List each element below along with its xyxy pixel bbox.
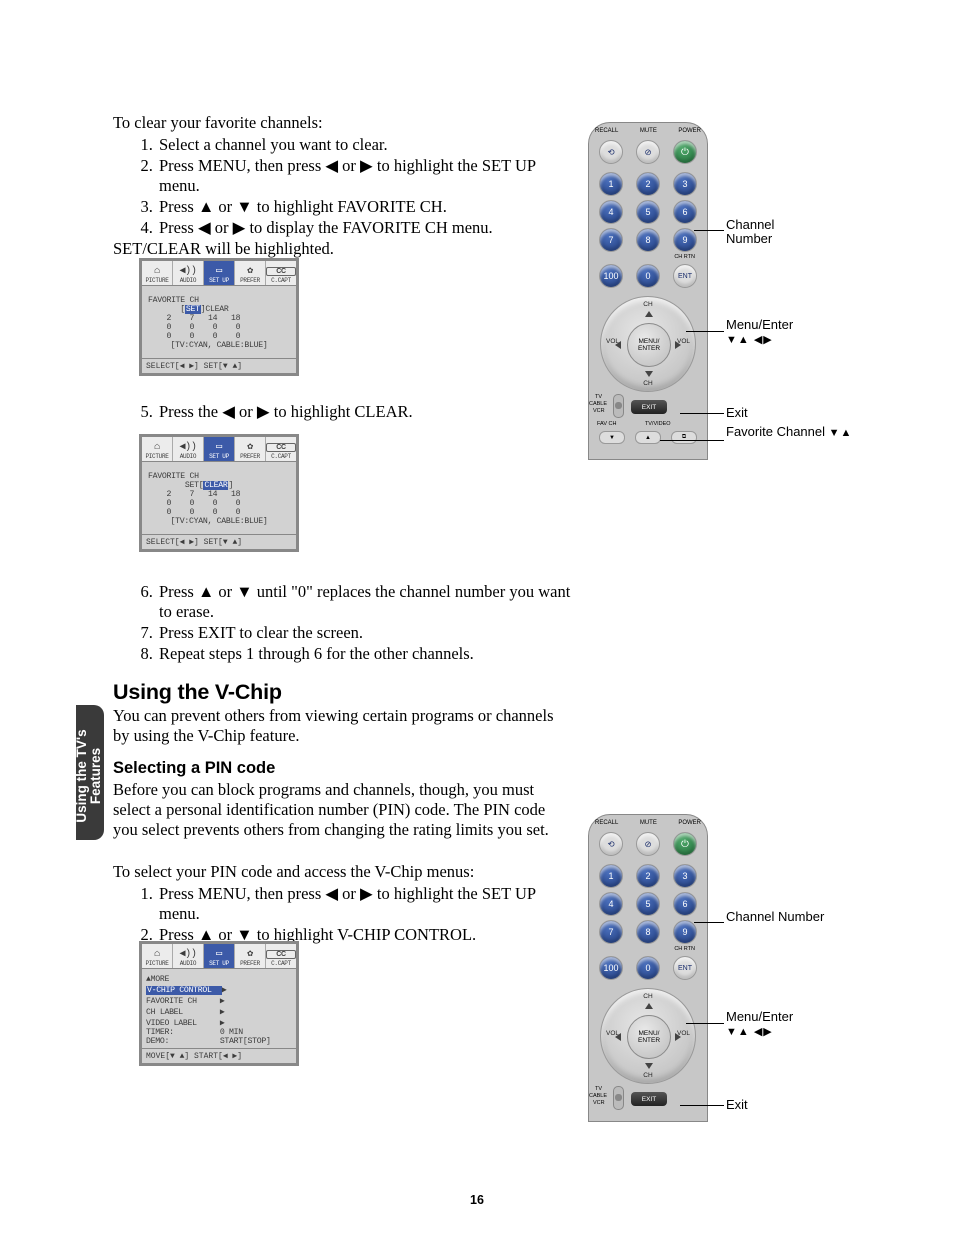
osd-tab-ccapt: CCC.CAPT	[266, 261, 296, 285]
vchip-pin-section: Selecting a PIN code Before you can bloc…	[113, 758, 573, 840]
power-button[interactable]: ⏻	[673, 832, 697, 856]
vchip-section: Using the V-Chip You can prevent others …	[113, 682, 573, 746]
mute-button[interactable]: ⊘	[636, 832, 660, 856]
dpad[interactable]: CHCHVOLVOLMENU/ENTER	[600, 988, 696, 1084]
osd-favorite-clear: ⌂PICTURE ◀))AUDIO ▭SET UP ✿PREFER CCC.CA…	[139, 434, 299, 552]
side-tab: Using the TV's Features	[76, 705, 104, 840]
step-1: Select a channel you want to clear.	[157, 135, 573, 155]
callout-fav-channel: Favorite Channel ▼▲	[726, 425, 852, 440]
num-2-button[interactable]: 2	[636, 172, 660, 196]
exit-button[interactable]: EXIT	[631, 1092, 667, 1106]
menu-enter-button[interactable]: MENU/ENTER	[627, 1015, 671, 1059]
side-tab-label: Using the TV's Features	[75, 711, 103, 841]
num-3-button[interactable]: 3	[673, 864, 697, 888]
dpad[interactable]: CHCHVOLVOLMENU/ENTER	[600, 296, 696, 392]
osd-tab-audio: ◀))AUDIO	[173, 261, 204, 285]
step-4-sub: SET/CLEAR will be highlighted.	[113, 239, 573, 259]
page-number: 16	[0, 1193, 954, 1207]
mode-switch[interactable]: TVCABLEVCREXIT	[589, 396, 707, 420]
num-8-button[interactable]: 8	[636, 228, 660, 252]
step-6: Press ▲ or ▼ until "0" replaces the chan…	[157, 582, 573, 622]
vchip-intro: You can prevent others from viewing cert…	[113, 706, 573, 746]
page: Using the TV's Features To clear your fa…	[0, 0, 954, 1235]
num-5-button[interactable]: 5	[636, 892, 660, 916]
osd1-setclear: [SET]CLEAR	[148, 305, 290, 314]
intro-block: To clear your favorite channels: Select …	[113, 113, 573, 259]
step-4: Press ◀ or ▶ to display the FAVORITE CH …	[157, 218, 573, 238]
num-7-button[interactable]: 7	[599, 920, 623, 944]
intro-text: To clear your favorite channels:	[113, 113, 573, 133]
callout-exit: Exit	[726, 406, 748, 420]
step-5: Press the ◀ or ▶ to highlight CLEAR.	[157, 402, 573, 422]
ent-button[interactable]: ENT	[673, 956, 697, 980]
tv-video-button[interactable]: ⧉	[671, 431, 697, 444]
num-0-button[interactable]: 0	[636, 264, 660, 288]
osd-tab-picture: ⌂PICTURE	[142, 261, 173, 285]
num-7-button[interactable]: 7	[599, 228, 623, 252]
fav-ch-down-button[interactable]: ▼	[599, 431, 625, 444]
num-1-button[interactable]: 1	[599, 864, 623, 888]
num-9-button[interactable]: 9	[673, 920, 697, 944]
osd1-footer: SELECT[◀ ▶] SET[▼ ▲]	[142, 358, 296, 373]
osd1-title: FAVORITE CH	[148, 296, 290, 305]
hundred-button[interactable]: 100	[599, 956, 623, 980]
num-6-button[interactable]: 6	[673, 892, 697, 916]
step-5-block: Press the ◀ or ▶ to highlight CLEAR.	[113, 400, 573, 423]
remote-diagram-bottom: RECALLMUTEPOWER⟲⊘⏻123456789CH RTN1000ENT…	[582, 814, 872, 1124]
vchip-lead: To select your PIN code and access the V…	[113, 862, 573, 882]
vchip-heading: Using the V-Chip	[113, 682, 573, 702]
power-button[interactable]: ⏻	[673, 140, 697, 164]
exit-button[interactable]: EXIT	[631, 400, 667, 414]
num-5-button[interactable]: 5	[636, 200, 660, 224]
step-8: Repeat steps 1 through 6 for the other c…	[157, 644, 573, 664]
step-3: Press ▲ or ▼ to highlight FAVORITE CH.	[157, 197, 573, 217]
callout-channel-number: ChannelNumber	[726, 218, 774, 246]
osd-more-vchip: ⌂PICTURE ◀))AUDIO ▭SET UP ✿PREFER CCC.CA…	[139, 941, 299, 1066]
remote-diagram-top: RECALLMUTEPOWER⟲⊘⏻123456789CH RTN1000ENT…	[582, 122, 872, 462]
ent-button[interactable]: ENT	[673, 264, 697, 288]
num-2-button[interactable]: 2	[636, 864, 660, 888]
osd-favorite-set: ⌂PICTURE ◀))AUDIO ▭SET UP ✿PREFER CCC.CA…	[139, 258, 299, 376]
step-7: Press EXIT to clear the screen.	[157, 623, 573, 643]
steps-b-block: Press ▲ or ▼ until "0" replaces the chan…	[113, 580, 573, 665]
num-4-button[interactable]: 4	[599, 200, 623, 224]
fav-ch-up-button[interactable]: ▲	[635, 431, 661, 444]
hundred-button[interactable]: 100	[599, 264, 623, 288]
num-4-button[interactable]: 4	[599, 892, 623, 916]
num-1-button[interactable]: 1	[599, 172, 623, 196]
vchip-step-1: Press MENU, then press ◀ or ▶ to highlig…	[157, 884, 573, 924]
vchip-subintro: Before you can block programs and channe…	[113, 780, 573, 840]
osd-tab-prefer: ✿PREFER	[235, 261, 266, 285]
num-3-button[interactable]: 3	[673, 172, 697, 196]
mode-switch[interactable]: TVCABLEVCREXIT	[589, 1088, 707, 1112]
recall-button[interactable]: ⟲	[599, 140, 623, 164]
mute-button[interactable]: ⊘	[636, 140, 660, 164]
num-0-button[interactable]: 0	[636, 956, 660, 980]
num-8-button[interactable]: 8	[636, 920, 660, 944]
recall-button[interactable]: ⟲	[599, 832, 623, 856]
step-2: Press MENU, then press ◀ or ▶ to highlig…	[157, 156, 573, 196]
vchip-subheading: Selecting a PIN code	[113, 758, 573, 778]
vchip-lead-block: To select your PIN code and access the V…	[113, 862, 573, 946]
osd-tab-setup: ▭SET UP	[204, 261, 235, 285]
steps-list-a: Select a channel you want to clear. Pres…	[113, 135, 573, 238]
num-9-button[interactable]: 9	[673, 228, 697, 252]
num-6-button[interactable]: 6	[673, 200, 697, 224]
menu-enter-button[interactable]: MENU/ENTER	[627, 323, 671, 367]
callout-menu-enter: Menu/Enter ▼▲ ◀▶	[726, 318, 793, 347]
